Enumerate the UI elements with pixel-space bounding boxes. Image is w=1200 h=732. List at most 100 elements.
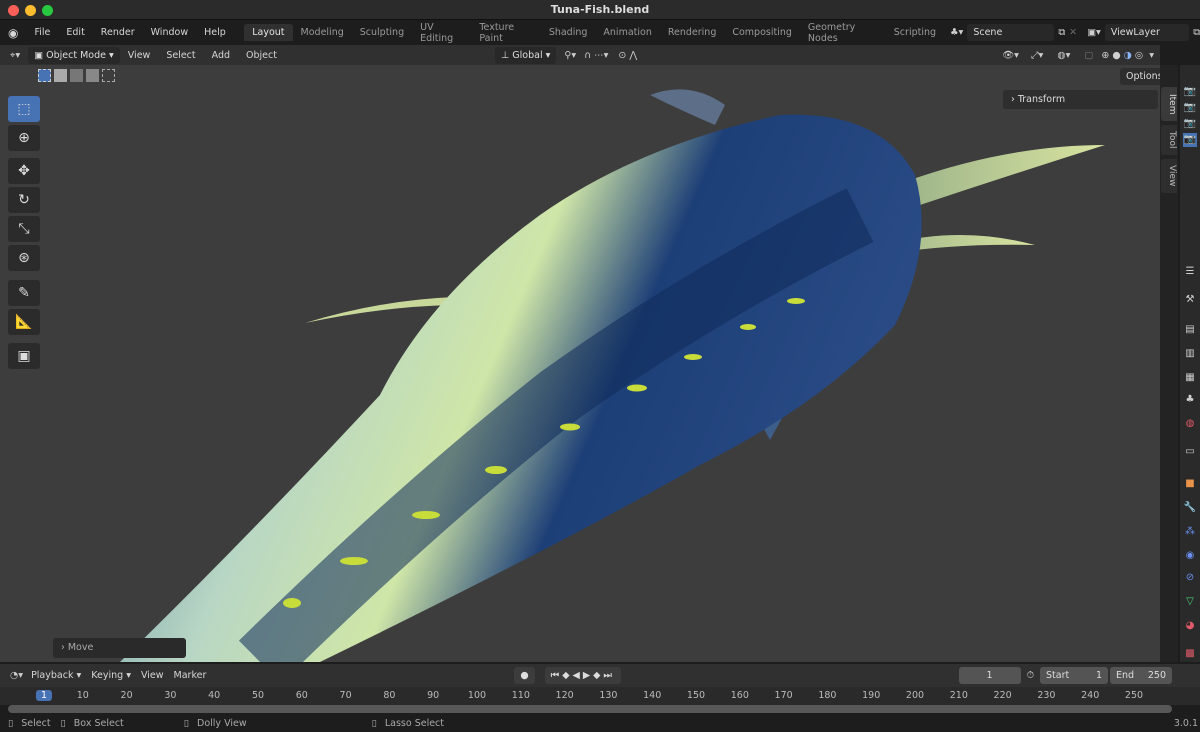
tool-settings-icon[interactable]: ⚒	[1183, 293, 1197, 307]
material-shading-icon[interactable]: ◑	[1124, 50, 1132, 61]
gizmo-icon[interactable]: ⤢▾	[1031, 50, 1043, 61]
select-extend-icon[interactable]	[54, 69, 67, 82]
start-frame-field[interactable]: Start 1	[1040, 667, 1108, 684]
particles-properties-icon[interactable]: ⁂	[1183, 525, 1197, 539]
current-frame-indicator[interactable]: 1	[35, 690, 53, 701]
tab-uv-editing[interactable]: UV Editing	[412, 19, 471, 47]
view-layer-field[interactable]: ViewLayer	[1104, 24, 1190, 41]
constraints-properties-icon[interactable]: ⊘	[1183, 571, 1197, 585]
overlay-icon[interactable]: ◍▾	[1057, 50, 1070, 61]
cursor-tool[interactable]: ⊕	[8, 125, 40, 151]
tab-sculpting[interactable]: Sculpting	[352, 24, 412, 41]
tab-shading[interactable]: Shading	[541, 24, 596, 41]
camera-icon[interactable]: 📷	[1183, 117, 1197, 131]
output-properties-icon[interactable]: ▥	[1183, 347, 1197, 361]
select-box-tool[interactable]: ⬚	[8, 96, 40, 122]
remove-scene-icon[interactable]: ✕	[1069, 27, 1077, 38]
solid-shading-icon[interactable]: ●	[1112, 50, 1120, 61]
scene-field[interactable]: Scene	[967, 24, 1055, 41]
camera-icon[interactable]: 📷	[1183, 133, 1197, 147]
menu-timeline-view[interactable]: View	[133, 670, 172, 681]
move-tool[interactable]: ✥	[8, 158, 40, 184]
measure-tool[interactable]: 📐	[8, 309, 40, 335]
close-window-button[interactable]	[8, 5, 19, 16]
last-operator-panel[interactable]: › Move	[53, 638, 186, 658]
tab-scripting[interactable]: Scripting	[886, 24, 944, 41]
transform-panel-header[interactable]: › Transform	[1003, 90, 1158, 109]
options-dropdown[interactable]: Options ▾	[1120, 68, 1160, 99]
stopwatch-icon[interactable]: ⏱	[1027, 670, 1034, 681]
annotate-tool[interactable]: ✎	[8, 280, 40, 306]
maximize-window-button[interactable]	[42, 5, 53, 16]
timeline-ruler[interactable]: 1 10 20 30 40 50 60 70 80 90 100 110 120 130 140 150 160…	[0, 687, 1200, 705]
collection-properties-icon[interactable]: ▭	[1183, 445, 1197, 459]
menu-add[interactable]: Add	[204, 50, 238, 61]
new-scene-icon[interactable]: ⧉	[1058, 27, 1065, 38]
tab-rendering[interactable]: Rendering	[660, 24, 725, 41]
snap-icon[interactable]: ∩ ⋯▾	[584, 50, 608, 61]
menu-view[interactable]: View	[120, 50, 159, 61]
rendered-shading-icon[interactable]: ◎	[1135, 50, 1143, 61]
menu-edit[interactable]: Edit	[58, 27, 92, 38]
menu-playback[interactable]: Playback ▾	[23, 670, 89, 681]
tab-compositing[interactable]: Compositing	[724, 24, 800, 41]
tab-item[interactable]: Item	[1161, 87, 1177, 121]
editor-type-icon[interactable]: ⌖▾	[10, 50, 20, 61]
menu-select[interactable]: Select	[158, 50, 203, 61]
data-properties-icon[interactable]: ▽	[1183, 595, 1197, 609]
menu-render[interactable]: Render	[93, 27, 143, 38]
camera-icon[interactable]: 📷	[1183, 101, 1197, 115]
tab-modeling[interactable]: Modeling	[293, 24, 352, 41]
pivot-icon[interactable]: ⚲▾	[564, 50, 576, 61]
scene-properties-icon[interactable]: ♣	[1183, 393, 1197, 407]
add-cube-tool[interactable]: ▣	[8, 343, 40, 369]
select-invert-icon[interactable]	[86, 69, 99, 82]
visibility-icon[interactable]: 👁▾	[1002, 50, 1019, 61]
3d-viewport[interactable]: ⬚ ⊕ ✥ ↻ ⤡ ⊛ ✎ 📐 ▣ Options ▾ › Transform …	[0, 65, 1160, 662]
minimize-window-button[interactable]	[25, 5, 36, 16]
select-intersect-icon[interactable]	[102, 69, 115, 82]
tab-tool[interactable]: Tool	[1161, 125, 1177, 155]
mode-dropdown[interactable]: ▣ Object Mode ▾	[28, 46, 120, 64]
orientation-dropdown[interactable]: ⊥ Global ▾	[494, 46, 557, 64]
xray-icon[interactable]: ▢	[1084, 50, 1093, 61]
wireframe-shading-icon[interactable]: ⊕	[1101, 50, 1109, 61]
tab-layout[interactable]: Layout	[244, 24, 293, 41]
texture-properties-icon[interactable]: ▩	[1183, 647, 1197, 661]
timeline-scrollbar[interactable]	[8, 705, 1172, 713]
menu-object[interactable]: Object	[238, 50, 285, 61]
tab-texture-paint[interactable]: Texture Paint	[471, 19, 540, 47]
material-properties-icon[interactable]: ◕	[1183, 619, 1197, 633]
menu-help[interactable]: Help	[196, 27, 234, 38]
proportional-edit-icon[interactable]: ⊙ ⋀	[618, 50, 637, 61]
rotate-tool[interactable]: ↻	[8, 187, 40, 213]
camera-icon[interactable]: 📷	[1183, 85, 1197, 99]
menu-file[interactable]: File	[26, 27, 58, 38]
tab-view[interactable]: View	[1161, 159, 1177, 193]
timeline-editor-icon[interactable]: ◔▾	[10, 670, 23, 681]
record-button[interactable]: ●	[514, 667, 535, 684]
tool-properties-icon[interactable]: ☰	[1183, 265, 1197, 279]
world-properties-icon[interactable]: ◍	[1183, 417, 1197, 431]
transform-tool[interactable]: ⊛	[8, 245, 40, 271]
object-properties-icon[interactable]: ■	[1183, 477, 1197, 491]
physics-properties-icon[interactable]: ◉	[1183, 549, 1197, 563]
menu-marker[interactable]: Marker	[172, 670, 209, 681]
new-view-layer-icon[interactable]: ⧉	[1193, 27, 1200, 38]
select-new-icon[interactable]	[38, 69, 51, 82]
modifier-properties-icon[interactable]: 🔧	[1183, 501, 1197, 515]
playback-controls[interactable]: ⏮◆◀▶◆⏭	[544, 667, 621, 684]
menu-keying[interactable]: Keying ▾	[89, 670, 133, 681]
scale-tool[interactable]: ⤡	[8, 216, 40, 242]
menu-window[interactable]: Window	[143, 27, 196, 38]
tab-geometry-nodes[interactable]: Geometry Nodes	[800, 19, 886, 47]
scene-icon[interactable]: ♣▾	[950, 27, 963, 38]
end-frame-field[interactable]: End 250	[1110, 667, 1172, 684]
current-frame-field[interactable]: 1	[958, 667, 1021, 684]
tab-animation[interactable]: Animation	[595, 24, 659, 41]
shading-options-icon[interactable]: ▾	[1149, 50, 1154, 61]
blender-logo-icon[interactable]: ◉	[0, 26, 26, 40]
view-layer-properties-icon[interactable]: ▦	[1183, 371, 1197, 385]
select-subtract-icon[interactable]	[70, 69, 83, 82]
render-properties-icon[interactable]: ▤	[1183, 323, 1197, 337]
